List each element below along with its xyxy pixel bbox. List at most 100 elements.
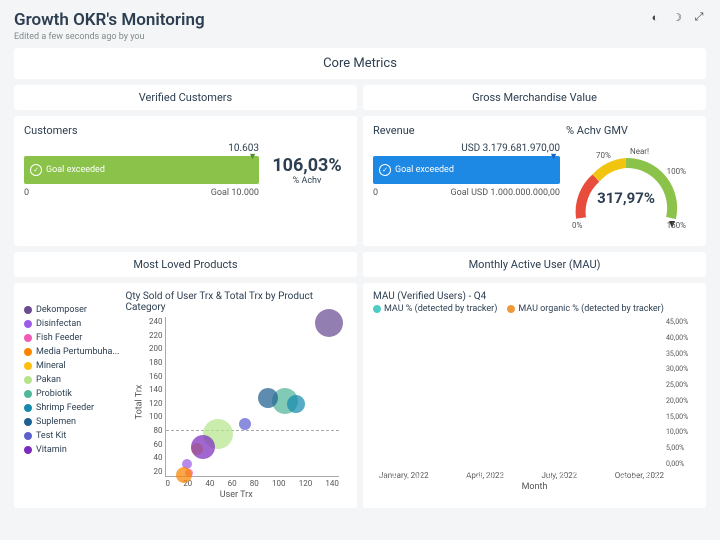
legend-item[interactable]: Vitamin	[24, 445, 119, 455]
mau-legend-a: MAU % (detected by tracker)	[384, 304, 497, 314]
page-title: Growth OKR's Monitoring	[14, 10, 205, 30]
gauge-tick-near: Near!	[630, 147, 649, 156]
dot-icon	[507, 305, 515, 313]
x-tick: 100	[272, 479, 286, 488]
revenue-min: 0	[373, 188, 378, 198]
legend-item[interactable]: Suplemen	[24, 417, 119, 427]
x-tick: 120	[299, 479, 313, 488]
y-tick: 80	[138, 426, 162, 435]
gauge-achv-gmv: 317,97% 0% 70% Near! 100% 150%	[566, 143, 686, 238]
y-tick: 60	[138, 440, 162, 449]
x-tick: 0	[165, 479, 170, 488]
expand-icon[interactable]: ⤢	[692, 10, 706, 24]
bar-value: 25,43%	[559, 461, 567, 483]
card-gmv: Revenue USD 3.179.681.970,00 ✓ Goal exce…	[363, 116, 706, 246]
y-tick: 160	[138, 372, 162, 381]
bar-value: 47,32%	[452, 461, 460, 483]
section-core-metrics: Core Metrics	[14, 48, 706, 79]
dot-icon	[373, 305, 381, 313]
dot-icon	[24, 348, 32, 356]
y-tick: 20	[138, 467, 162, 476]
gauge-tick-70: 70%	[596, 151, 611, 160]
subsection-gmv: Gross Merchandise Value	[363, 85, 706, 110]
subsection-verified-customers: Verified Customers	[14, 85, 357, 110]
bar-value: 21,82%	[572, 461, 580, 483]
mau-bar-chart[interactable]: 45,00%40,00%35,00%30,00%25,00%20,00%15,0…	[379, 318, 664, 468]
bar-value: 34,17%	[524, 461, 532, 483]
bar-value: 33,97%	[500, 461, 508, 483]
goal-marker-icon: ▼	[248, 151, 257, 162]
bar-value: 14,25%	[607, 461, 615, 483]
scatter-x-label: User Trx	[125, 490, 347, 500]
bar-value: 14,17%	[655, 461, 663, 483]
bar-value: 13,61%	[631, 461, 639, 483]
dot-icon	[24, 334, 32, 342]
customers-title: Customers	[24, 124, 347, 137]
y-tick: 5,00%	[666, 444, 696, 452]
y-tick: 15,00%	[666, 413, 696, 421]
mau-legend-b: MAU organic % (detected by tracker)	[518, 304, 664, 314]
y-tick: 40	[138, 453, 162, 462]
scatter-point[interactable]	[315, 309, 343, 337]
legend-label: Test Kit	[36, 431, 66, 441]
legend-item[interactable]: Probiotik	[24, 389, 119, 399]
legend-item[interactable]: Disinfectan	[24, 319, 119, 329]
customers-pct: 106,03%	[267, 155, 347, 176]
y-tick: 0,00%	[666, 460, 696, 468]
dot-icon	[24, 418, 32, 426]
legend-label: Vitamin	[36, 445, 67, 455]
scatter-plot[interactable]: 24022020018016014012010080604020 Total T…	[165, 317, 339, 477]
moon-icon[interactable]: ☽	[670, 10, 684, 24]
subsection-loved-products: Most Loved Products	[14, 252, 357, 277]
customers-min: 0	[24, 188, 29, 198]
clock-icon[interactable]: ◐	[648, 10, 662, 24]
x-tick: 80	[250, 479, 259, 488]
y-tick: 25,00%	[666, 381, 696, 389]
customers-progress-bar: ✓ Goal exceeded	[24, 156, 259, 184]
legend-item[interactable]: Dekomposer	[24, 305, 119, 315]
y-tick: 10,00%	[666, 428, 696, 436]
bar-value: 41,10%	[439, 461, 447, 483]
customers-goal: Goal 10.000	[211, 188, 259, 198]
bar-value: 26,24%	[415, 461, 423, 483]
legend-label: Pakan	[36, 375, 61, 385]
dot-icon	[24, 446, 32, 454]
bar-value: 26,26%	[487, 461, 495, 483]
scatter-subtitle: Qty Sold of User Trx & Total Trx by Prod…	[125, 291, 347, 313]
y-tick: 30,00%	[666, 365, 696, 373]
y-tick: 20,00%	[666, 397, 696, 405]
y-tick: 45,00%	[666, 318, 696, 326]
dot-icon	[24, 376, 32, 384]
scatter-point[interactable]	[191, 435, 215, 459]
legend-label: Probiotik	[36, 389, 72, 399]
legend-label: Mineral	[36, 361, 66, 371]
x-tick: 40	[205, 479, 214, 488]
dot-icon	[24, 306, 32, 314]
bar-value: 25,89%	[511, 461, 519, 483]
page-subtitle: Edited a few seconds ago by you	[14, 32, 205, 42]
legend-item[interactable]: Mineral	[24, 361, 119, 371]
scatter-point[interactable]	[176, 467, 192, 483]
legend-item[interactable]: Pakan	[24, 375, 119, 385]
scatter-point[interactable]	[258, 388, 278, 408]
legend-item[interactable]: Shrimp Feeder	[24, 403, 119, 413]
scatter-point[interactable]	[239, 418, 251, 430]
gauge-value: 317,97%	[566, 189, 686, 207]
card-customers: Customers 10.603 ✓ Goal exceeded ▼	[14, 116, 357, 246]
legend-item[interactable]: Test Kit	[24, 431, 119, 441]
legend-item[interactable]: Fish Feeder	[24, 333, 119, 343]
bar-value: 36,24%	[404, 461, 412, 483]
y-tick: 240	[138, 317, 162, 326]
legend-item[interactable]: Media Pertumbuha...	[24, 347, 119, 357]
scatter-point[interactable]	[287, 395, 305, 413]
dot-icon	[24, 390, 32, 398]
gauge-tick-0: 0%	[572, 221, 582, 230]
bar-value: 27,83%	[548, 461, 556, 483]
dot-icon	[24, 404, 32, 412]
bar-value: 29,78%	[476, 461, 484, 483]
check-icon: ✓	[379, 164, 391, 176]
check-icon: ✓	[30, 164, 42, 176]
bar-value: 30,76%	[380, 461, 388, 483]
legend-label: Shrimp Feeder	[36, 403, 94, 413]
customers-pct-label: % Achv	[267, 176, 347, 186]
